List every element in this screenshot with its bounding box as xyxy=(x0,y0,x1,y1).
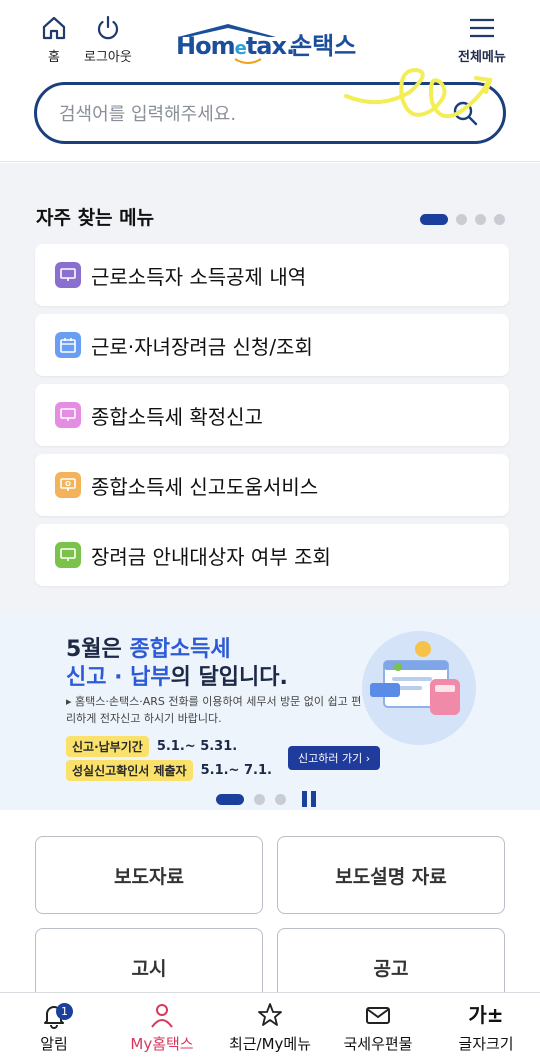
star-icon xyxy=(258,1003,282,1026)
carousel-dot[interactable] xyxy=(494,214,505,225)
nav-label: 최근/My메뉴 xyxy=(228,1035,312,1053)
go-file-button[interactable]: 신고하러 가기 › xyxy=(288,746,381,770)
menu-item-income-deduction[interactable]: 근로소득자 소득공제 내역 xyxy=(35,244,509,306)
pager-dot[interactable] xyxy=(254,793,265,805)
pager-dot[interactable] xyxy=(275,793,286,805)
menu-item-label: 근로·자녀장려금 신청/조회 xyxy=(91,334,313,359)
menu-item-label: 종합소득세 신고도움서비스 xyxy=(91,474,319,499)
full-menu-button[interactable]: 전체메뉴 xyxy=(458,14,506,65)
monitor-icon xyxy=(55,262,81,288)
banner-pager xyxy=(216,791,316,807)
monitor-icon xyxy=(55,402,81,428)
menu-item-income-tax-filing[interactable]: 종합소득세 확정신고 xyxy=(35,384,509,446)
home-icon xyxy=(42,16,66,40)
banner-period-row: 신고·납부기간 5.1.~ 5.31. xyxy=(66,736,237,757)
frequent-menu-list: 근로소득자 소득공제 내역 근로·자녀장려금 신청/조회 종합소득세 확정신고 … xyxy=(35,244,509,594)
banner-illustration xyxy=(362,631,476,745)
home-button[interactable]: 홈 xyxy=(40,14,68,65)
carousel-dot[interactable] xyxy=(420,214,448,225)
nav-label: My홈택스 xyxy=(130,1035,194,1053)
nav-label: 국세우편물 xyxy=(343,1035,413,1053)
carousel-dot[interactable] xyxy=(475,214,486,225)
person-icon xyxy=(151,1004,173,1028)
pager-dot[interactable] xyxy=(216,793,244,805)
font-size-icon: 가± xyxy=(468,1003,504,1027)
hamburger-icon xyxy=(469,18,494,38)
alarm-badge: 1 xyxy=(56,1003,73,1020)
home-label: 홈 xyxy=(48,50,60,65)
menu-item-incentive-check[interactable]: 장려금 안내대상자 여부 조회 xyxy=(35,524,509,586)
carousel-dots xyxy=(420,214,505,225)
monitor-search-icon xyxy=(55,472,81,498)
power-icon xyxy=(97,15,118,40)
banner-date: 5.1.~ 7.1. xyxy=(200,763,272,778)
logo-sub: 손택스 xyxy=(290,32,357,60)
banner-date: 5.1.~ 5.31. xyxy=(156,739,238,754)
mail-icon xyxy=(366,1007,390,1024)
menu-item-label: 장려금 안내대상자 여부 조회 xyxy=(91,544,331,569)
search-icon[interactable] xyxy=(451,99,479,127)
press-release-button[interactable]: 보도자료 xyxy=(35,836,263,914)
menu-label: 전체메뉴 xyxy=(458,50,506,65)
banner-title-line2: 신고 · 납부의 달입니다. xyxy=(66,665,288,690)
bottom-nav: 1 알림 My홈택스 최근/My메뉴 국세우편물 가± 글자크기 xyxy=(0,992,540,1062)
pause-icon[interactable] xyxy=(302,791,316,807)
hometax-logo[interactable]: Hometax. 손택스 xyxy=(176,22,376,68)
nav-recent-menu[interactable]: 최근/My메뉴 xyxy=(216,993,324,1062)
menu-item-label: 근로소득자 소득공제 내역 xyxy=(91,264,307,289)
calendar-icon xyxy=(55,332,81,358)
nav-tax-mail[interactable]: 국세우편물 xyxy=(324,993,432,1062)
frequent-menu-title: 자주 찾는 메뉴 xyxy=(36,207,155,229)
frequent-menu-section: 자주 찾는 메뉴 근로소득자 소득공제 내역 근로·자녀장려금 신청/조회 종합… xyxy=(0,163,540,615)
logo-text: Hometax. xyxy=(176,32,295,60)
banner-tag: 신고·납부기간 xyxy=(66,736,149,757)
promo-banner[interactable]: 5월은 종합소득세 신고 · 납부의 달입니다. ▸ 홈택스·손택스·ARS 전… xyxy=(0,615,540,810)
nav-alarm[interactable]: 1 알림 xyxy=(0,993,108,1062)
menu-item-incentive-apply[interactable]: 근로·자녀장려금 신청/조회 xyxy=(35,314,509,376)
nav-label: 알림 xyxy=(40,1035,68,1053)
search-bar[interactable] xyxy=(34,82,506,144)
nav-font-size[interactable]: 가± 글자크기 xyxy=(432,993,540,1062)
nav-label: 글자크기 xyxy=(458,1035,514,1053)
press-explanation-button[interactable]: 보도설명 자료 xyxy=(277,836,505,914)
banner-description: ▸ 홈택스·손택스·ARS 전화를 이용하여 세무서 방문 없이 쉽고 편리하게… xyxy=(66,695,362,725)
menu-item-label: 종합소득세 확정신고 xyxy=(91,404,263,429)
menu-item-filing-help[interactable]: 종합소득세 신고도움서비스 xyxy=(35,454,509,516)
banner-period-row: 성실신고확인서 제출자 5.1.~ 7.1. xyxy=(66,760,272,781)
logout-button[interactable]: 로그아웃 xyxy=(84,14,132,65)
logout-label: 로그아웃 xyxy=(84,50,132,65)
search-input[interactable] xyxy=(59,99,439,129)
monitor-icon xyxy=(55,542,81,568)
header: 홈 로그아웃 Hometax. 손택스 전체메뉴 xyxy=(0,0,540,162)
carousel-dot[interactable] xyxy=(456,214,467,225)
banner-tag: 성실신고확인서 제출자 xyxy=(66,760,193,781)
smile-icon xyxy=(234,58,262,64)
nav-my-hometax[interactable]: My홈택스 xyxy=(108,993,216,1062)
